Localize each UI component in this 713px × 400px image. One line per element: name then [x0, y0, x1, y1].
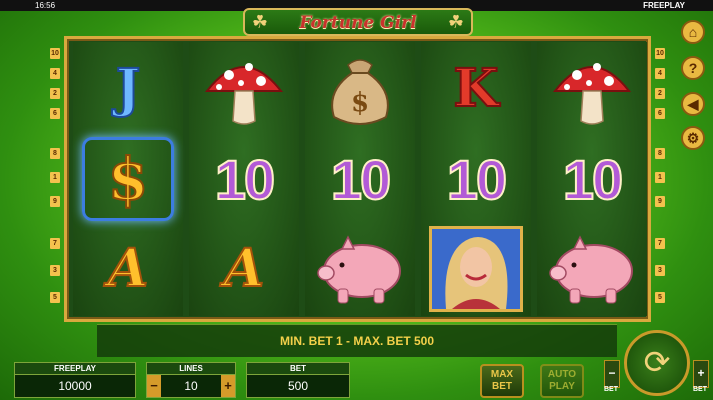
- money-bag-icon: $: [305, 44, 415, 134]
- reel-4: K 10: [421, 42, 531, 316]
- home-button[interactable]: ⌂: [681, 20, 705, 44]
- bet-value: 500: [246, 375, 350, 398]
- payline-number: 9: [655, 196, 665, 207]
- spin-icon: ⟳: [643, 344, 671, 380]
- pig-icon: [537, 224, 647, 314]
- lines-minus-button[interactable]: −: [147, 375, 161, 397]
- reel-3: $ 10: [305, 42, 415, 316]
- freeplay-value: 10000: [14, 375, 136, 398]
- symbol-ten: 10: [562, 147, 624, 212]
- bet-minus-caption: BET: [604, 386, 618, 393]
- reel-5: 10: [537, 42, 647, 316]
- mode-label: FREEPLAY: [643, 1, 685, 10]
- bet-limit-message: MIN. BET 1 - MAX. BET 500: [97, 324, 617, 357]
- payline-number: 2: [655, 88, 665, 99]
- max-bet-label: MAX: [490, 369, 514, 380]
- help-icon: ?: [688, 60, 698, 76]
- payline-number: 6: [655, 108, 665, 119]
- reel-1: J $ A: [73, 42, 183, 316]
- lines-control: − 10 +: [146, 375, 236, 398]
- game-title: Fortune Girl: [299, 13, 417, 33]
- symbol-dollar: $: [73, 134, 183, 224]
- symbol-ten: 10: [446, 147, 508, 212]
- game-logo: ☘ Fortune Girl ☘: [243, 8, 473, 36]
- symbol-ten: 10: [330, 147, 392, 212]
- symbol-a: A: [223, 238, 265, 299]
- freeplay-panel: FREEPLAY 10000: [14, 362, 136, 398]
- home-icon: ⌂: [688, 24, 698, 40]
- symbol-j: J: [115, 58, 142, 119]
- clock: 16:56: [35, 1, 56, 10]
- spin-button[interactable]: ⟳: [624, 330, 690, 396]
- payline-number: 3: [655, 265, 665, 276]
- payline-number: 2: [50, 88, 60, 99]
- fortune-girl-icon: [421, 224, 531, 314]
- payline-number: 4: [50, 68, 60, 79]
- freeplay-label: FREEPLAY: [14, 362, 136, 375]
- clover-icon: ☘: [447, 12, 465, 32]
- clover-icon: ☘: [251, 12, 269, 32]
- help-button[interactable]: ?: [681, 56, 705, 80]
- autoplay-button[interactable]: AUTO PLAY: [540, 364, 584, 398]
- payline-number: 7: [50, 238, 60, 249]
- payline-number: 9: [50, 196, 60, 207]
- svg-text:$: $: [351, 88, 369, 118]
- lines-label: LINES: [146, 362, 236, 375]
- symbol-a: A: [107, 238, 149, 299]
- payline-number: 6: [50, 108, 60, 119]
- payline-number: 1: [50, 172, 60, 183]
- bet-plus-button[interactable]: +: [693, 360, 709, 388]
- max-bet-label: BET: [492, 381, 512, 392]
- payline-number: 5: [50, 292, 60, 303]
- mushroom-icon: [189, 44, 299, 134]
- pig-icon: [305, 224, 415, 314]
- autoplay-label: AUTO: [547, 369, 577, 380]
- payline-number: 10: [50, 48, 60, 59]
- lines-value: 10: [184, 379, 198, 393]
- bet-label: BET: [246, 362, 350, 375]
- symbol-ten: 10: [214, 147, 276, 212]
- speaker-icon: ◀: [687, 96, 699, 112]
- bet-plus-caption: BET: [693, 386, 707, 393]
- reel-frame: J $ A 10 A $ 10 K 10 10: [64, 36, 651, 322]
- payline-number: 7: [655, 238, 665, 249]
- autoplay-label: PLAY: [549, 381, 575, 392]
- gear-icon: ⚙: [686, 130, 700, 146]
- sound-button[interactable]: ◀: [681, 92, 705, 116]
- symbol-k: K: [452, 58, 499, 119]
- mushroom-icon: [537, 44, 647, 134]
- payline-number: 8: [50, 148, 60, 159]
- bet-panel: BET 500: [246, 362, 350, 398]
- payline-number: 3: [50, 265, 60, 276]
- payline-number: 4: [655, 68, 665, 79]
- payline-number: 5: [655, 292, 665, 303]
- lines-plus-button[interactable]: +: [221, 375, 235, 397]
- lines-panel: LINES − 10 +: [146, 362, 236, 398]
- max-bet-button[interactable]: MAX BET: [480, 364, 524, 398]
- settings-button[interactable]: ⚙: [681, 126, 705, 150]
- payline-number: 10: [655, 48, 665, 59]
- reel-2: 10 A: [189, 42, 299, 316]
- bet-minus-button[interactable]: −: [604, 360, 620, 388]
- payline-number: 1: [655, 172, 665, 183]
- payline-number: 8: [655, 148, 665, 159]
